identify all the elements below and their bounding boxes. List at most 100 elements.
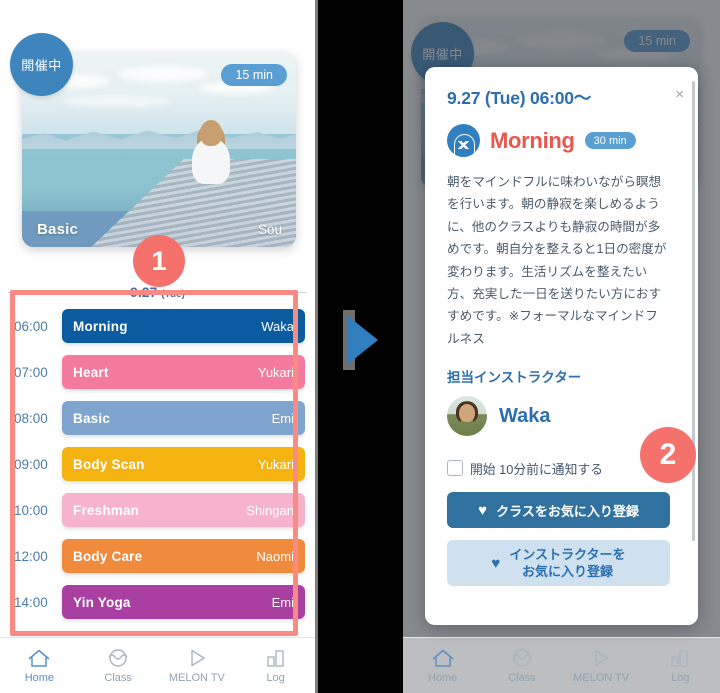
screenshot-root: Basic Sou 15 min 開催中 9.27 (Tue) 06:00 Mor…	[0, 0, 720, 693]
bar-chart-icon	[671, 649, 689, 667]
avatar	[447, 396, 487, 437]
schedule-time: 07:00	[14, 364, 48, 380]
left-bottom-nav[interactable]: Home Class MELON TV Log	[0, 637, 315, 693]
notify-checkbox[interactable]	[447, 460, 463, 477]
cloud-shape	[62, 96, 172, 107]
modal-class-name: Morning	[490, 127, 575, 153]
class-icon	[108, 648, 128, 667]
nav-label-melon-tv: MELON TV	[573, 671, 630, 684]
instructor-name: Waka	[499, 404, 551, 427]
cloud-shape	[118, 66, 208, 82]
instructor-section-heading: 担当インストラクター	[447, 370, 582, 386]
modal-scrollbar[interactable]	[692, 81, 695, 541]
nav-item-class[interactable]: Class	[482, 648, 561, 684]
modal-date-time: 9.27 (Tue) 06:00〜	[447, 88, 592, 108]
schedule-class-pill[interactable]: Basic Emi	[62, 401, 305, 435]
schedule-time: 14:00	[14, 594, 48, 610]
class-detail-modal: × 9.27 (Tue) 06:00〜 Morning 30 min 朝をマイン…	[425, 67, 698, 625]
schedule-instructor: Shingan	[246, 502, 294, 518]
avatar-face	[459, 404, 475, 423]
schedule-class-pill[interactable]: Heart Yukari	[62, 355, 305, 389]
favorite-instructor-label: インストラクターを お気に入り登録	[509, 546, 626, 580]
schedule-class-name: Yin Yoga	[73, 594, 131, 610]
schedule-time: 12:00	[14, 548, 48, 564]
hero-class-title: Basic	[37, 221, 79, 238]
live-status-badge: 開催中	[10, 33, 73, 96]
schedule-row[interactable]: 14:00 Yin Yoga Emi	[10, 584, 305, 620]
weekday-value: (Tue)	[161, 289, 185, 300]
nav-item-class[interactable]: Class	[79, 648, 158, 684]
schedule-instructor: Yukari	[257, 456, 294, 472]
modal-description: 朝をマインドフルに味わいながら瞑想を行います。朝の静寂を楽しめるように、他のクラ…	[447, 175, 667, 346]
heart-icon: ♥	[491, 554, 501, 572]
play-icon	[191, 649, 205, 666]
arrow-right-icon	[348, 316, 378, 364]
nav-label-home: Home	[24, 671, 55, 684]
left-app-screen: Basic Sou 15 min 開催中 9.27 (Tue) 06:00 Mor…	[0, 0, 315, 693]
modal-class-header: Morning 30 min	[447, 124, 670, 157]
hero-instructor-name: Sou	[257, 222, 282, 237]
right-phone-panel: 15 min 開催中 Home Class	[403, 0, 720, 693]
right-bottom-nav[interactable]: Home Class MELON TV Log	[403, 637, 720, 693]
schedule-time: 10:00	[14, 502, 48, 518]
schedule-row[interactable]: 06:00 Morning Waka	[10, 308, 305, 344]
annotation-step-2: 2	[640, 427, 696, 483]
nav-item-melon-tv[interactable]: MELON TV	[562, 648, 641, 684]
meditating-person-head	[200, 120, 222, 146]
modal-content: 9.27 (Tue) 06:00〜 Morning 30 min 朝をマインドフ…	[425, 67, 690, 625]
nav-item-log[interactable]: Log	[236, 648, 315, 684]
play-icon	[595, 649, 609, 666]
schedule-time: 06:00	[14, 318, 48, 334]
separator-line-left	[8, 291, 123, 293]
separator-line-right	[192, 291, 307, 293]
nav-label-melon-tv: MELON TV	[168, 671, 225, 684]
nav-label-home: Home	[427, 671, 458, 684]
schedule-instructor: Emi	[271, 410, 294, 426]
schedule-row[interactable]: 10:00 Freshman Shingan	[10, 492, 305, 528]
schedule-class-pill[interactable]: Freshman Shingan	[62, 493, 305, 527]
favorite-class-label: クラスをお気に入り登録	[496, 503, 639, 519]
home-icon	[28, 649, 50, 667]
schedule-class-name: Body Care	[73, 548, 143, 564]
instructor-row[interactable]: Waka	[447, 396, 670, 437]
schedule-row[interactable]: 09:00 Body Scan Yukari	[10, 446, 305, 482]
schedule-time: 09:00	[14, 456, 48, 472]
schedule-class-name: Basic	[73, 410, 111, 426]
schedule-class-name: Morning	[73, 318, 128, 334]
bar-chart-icon	[266, 649, 284, 667]
nav-item-home[interactable]: Home	[403, 648, 482, 684]
class-icon	[512, 648, 532, 667]
favorite-instructor-button[interactable]: ♥ インストラクターを お気に入り登録	[447, 540, 670, 587]
left-phone-panel: Basic Sou 15 min 開催中 9.27 (Tue) 06:00 Mor…	[0, 0, 318, 693]
schedule-row[interactable]: 12:00 Body Care Naomi	[10, 538, 305, 574]
schedule-list[interactable]: 06:00 Morning Waka 07:00 Heart Yukari 08:00 Bas…	[10, 308, 305, 635]
home-icon	[432, 649, 454, 667]
schedule-class-pill[interactable]: Morning Waka	[62, 309, 305, 343]
schedule-time: 08:00	[14, 410, 48, 426]
schedule-class-pill[interactable]: Yin Yoga Emi	[62, 585, 305, 619]
nav-label-log: Log	[671, 671, 690, 684]
schedule-row[interactable]: 08:00 Basic Emi	[10, 400, 305, 436]
right-app-screen: 15 min 開催中 Home Class	[403, 0, 720, 693]
hero-duration-badge: 15 min	[221, 64, 287, 86]
schedule-class-pill[interactable]: Body Scan Yukari	[62, 447, 305, 481]
schedule-instructor: Naomi	[256, 548, 294, 564]
nav-item-home[interactable]: Home	[0, 648, 79, 684]
heart-icon: ♥	[478, 501, 488, 519]
schedule-row[interactable]: 07:00 Heart Yukari	[10, 354, 305, 390]
nav-item-melon-tv[interactable]: MELON TV	[158, 648, 237, 684]
notify-checkbox-row[interactable]: 開始 10分前に通知する	[447, 456, 670, 480]
favorite-class-button[interactable]: ♥ クラスをお気に入り登録	[447, 492, 670, 529]
close-icon[interactable]: ×	[675, 87, 684, 102]
schedule-instructor: Yukari	[257, 364, 294, 380]
annotation-step-1: 1	[133, 235, 185, 287]
schedule-class-name: Body Scan	[73, 456, 145, 472]
notify-checkbox-label: 開始 10分前に通知する	[470, 461, 603, 477]
nav-label-log: Log	[266, 671, 285, 684]
schedule-class-name: Freshman	[73, 502, 140, 518]
nav-item-log[interactable]: Log	[641, 648, 720, 684]
nav-label-class: Class	[104, 671, 132, 684]
schedule-class-pill[interactable]: Body Care Naomi	[62, 539, 305, 573]
sunrise-icon	[447, 124, 480, 157]
modal-class-duration-badge: 30 min	[584, 132, 636, 149]
